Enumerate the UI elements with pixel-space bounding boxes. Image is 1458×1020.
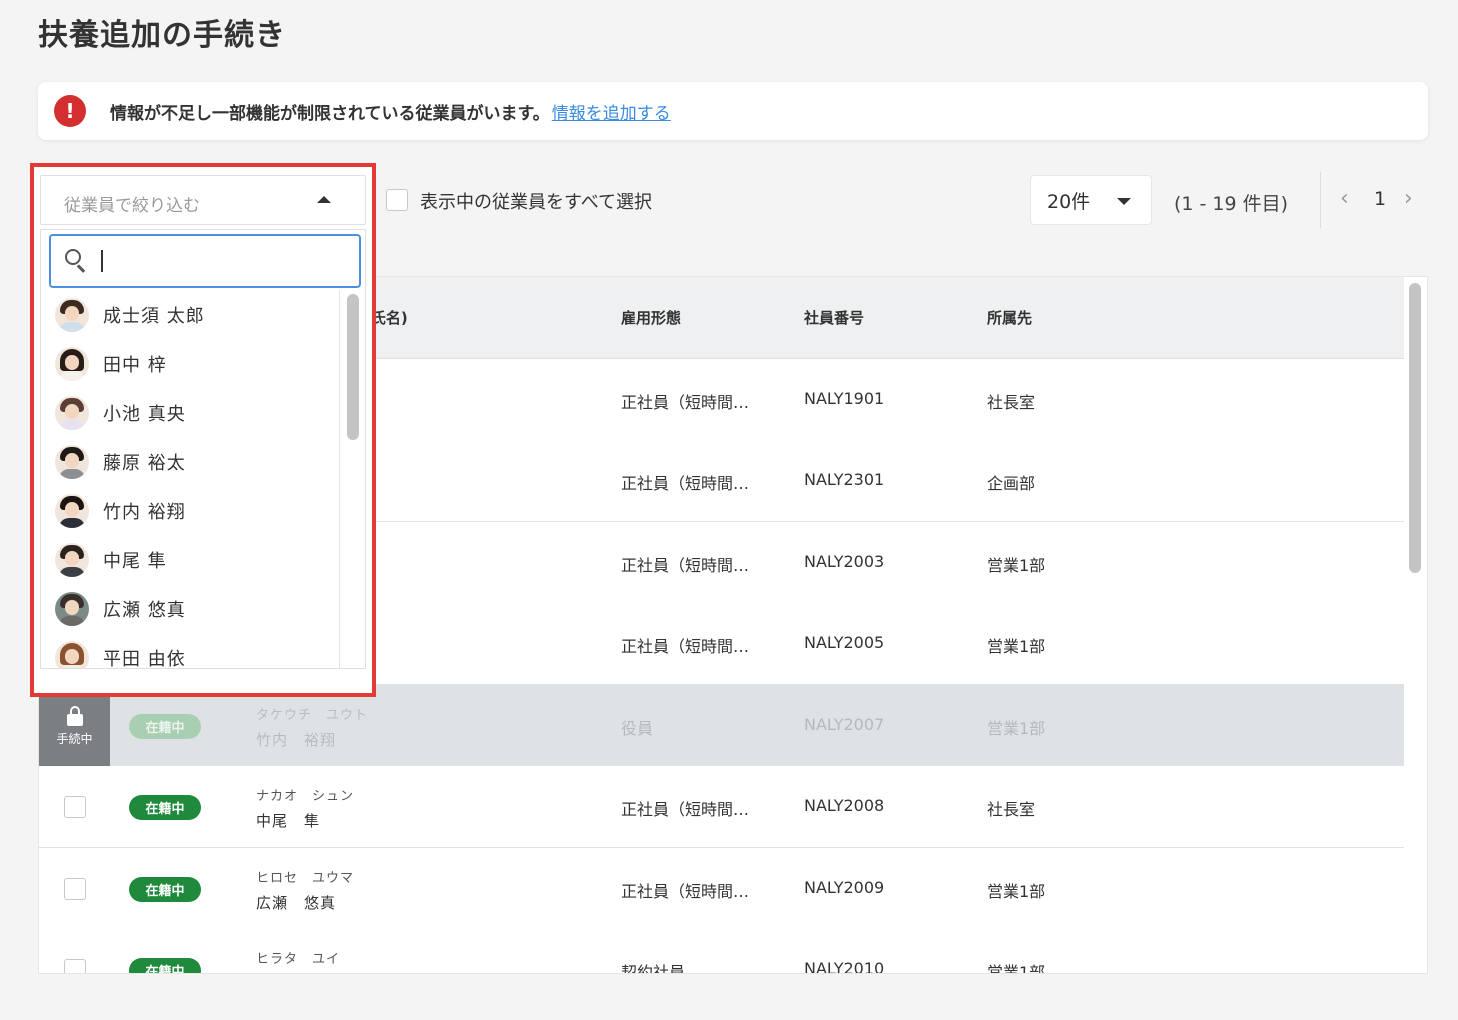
alert-message: 情報が不足し一部機能が制限されている従業員がいます。 — [110, 103, 550, 124]
department: 企画部 — [987, 474, 1036, 493]
in-process-label: 手続中 — [56, 731, 93, 746]
col-number: 社員番号 — [804, 309, 865, 327]
employment-type: 役員 — [621, 719, 654, 738]
employee-number: NALY2301 — [804, 470, 885, 489]
status-badge: 在籍中 — [129, 795, 201, 820]
dropdown-scrollbar[interactable] — [339, 290, 365, 668]
add-info-link[interactable]: 情報を追加する — [552, 99, 671, 124]
avatar-man-5 — [55, 591, 89, 626]
department: 営業1部 — [987, 963, 1046, 974]
employee-option[interactable]: 広瀬 悠真 — [41, 584, 337, 633]
page-title: 扶養追加の手続き — [38, 18, 286, 53]
employment-type: 正社員（短時間… — [621, 882, 750, 901]
name-kanji: 竹内 裕翔 — [256, 731, 337, 749]
employee-option[interactable]: 中尾 隼 — [41, 535, 337, 584]
employee-option[interactable]: 平田 由依 — [41, 633, 337, 669]
page-number[interactable]: 1 — [1374, 188, 1386, 210]
filter-dropdown-panel: 成士須 太郎 田中 梓 小池 真央 藤原 裕太 竹内 裕翔 中尾 隼 広瀬 悠真… — [40, 229, 366, 669]
department: 営業1部 — [987, 882, 1046, 901]
row-checkbox[interactable] — [64, 796, 86, 818]
option-label: 平田 由依 — [103, 648, 186, 669]
name-kana: ヒロセ ユウマ — [256, 871, 355, 886]
chevron-right-icon[interactable]: › — [1404, 186, 1413, 211]
status-badge: 在籍中 — [129, 958, 201, 973]
caret-down-icon — [1117, 198, 1131, 205]
employment-type: 正社員（短時間… — [621, 474, 750, 493]
filter-search-input[interactable] — [49, 234, 361, 288]
employment-type: 正社員（短時間… — [621, 800, 750, 819]
option-label: 藤原 裕太 — [103, 452, 186, 474]
chevron-left-icon[interactable]: ‹ — [1340, 186, 1349, 211]
table-scrollbar[interactable] — [1409, 283, 1421, 573]
employment-type: 正社員（短時間… — [621, 556, 750, 575]
employee-number: NALY2008 — [804, 796, 885, 815]
employee-filter-highlight: 従業員で絞り込む 成士須 太郎 田中 梓 小池 真央 藤原 裕太 竹内 裕翔 中… — [30, 163, 376, 697]
employee-number: NALY2009 — [804, 878, 885, 897]
name-kana: ヒラタ ユイ — [256, 952, 341, 967]
col-dept: 所属先 — [987, 309, 1033, 327]
select-all-checkbox[interactable] — [386, 189, 408, 211]
department: 営業1部 — [987, 719, 1046, 738]
result-range: (1 - 19 件目) — [1174, 193, 1289, 215]
row-checkbox[interactable] — [64, 878, 86, 900]
employee-option[interactable]: 藤原 裕太 — [41, 437, 337, 486]
option-label: 成士須 太郎 — [103, 305, 205, 327]
filter-placeholder: 従業員で絞り込む — [64, 196, 200, 216]
department: 営業1部 — [987, 637, 1046, 656]
employee-option[interactable]: 田中 梓 — [41, 339, 337, 388]
row-checkbox[interactable] — [64, 959, 86, 973]
employee-number: NALY2010 — [804, 959, 885, 974]
employment-type: 契約社員 — [621, 963, 686, 974]
option-label: 中尾 隼 — [103, 550, 167, 572]
table-row[interactable]: 在籍中 ヒロセ ユウマ 広瀬 悠真 正社員（短時間… NALY2009 営業1部 — [39, 848, 1404, 930]
divider — [1320, 172, 1321, 228]
table-row[interactable]: 在籍中 ヒラタ ユイ 契約社員 NALY2010 営業1部 — [39, 929, 1404, 974]
dropdown-scroll-thumb[interactable] — [347, 294, 359, 440]
employee-number: NALY1901 — [804, 389, 885, 408]
avatar-man-4 — [55, 542, 89, 577]
per-page-value: 20件 — [1047, 190, 1091, 213]
avatar-woman-3 — [55, 640, 89, 668]
avatar-woman-2 — [55, 395, 89, 430]
info-alert: ! 情報が不足し一部機能が制限されている従業員がいます。 情報を追加する — [38, 82, 1428, 140]
employment-type: 正社員（短時間… — [621, 393, 750, 412]
avatar-man-1 — [55, 297, 89, 332]
name-kana: ナカオ シュン — [256, 789, 355, 804]
col-employment: 雇用形態 — [621, 309, 682, 327]
option-label: 竹内 裕翔 — [103, 501, 186, 523]
table-row[interactable]: 在籍中 ナカオ シュン 中尾 隼 正社員（短時間… NALY2008 社長室 — [39, 766, 1404, 848]
employee-option[interactable]: 竹内 裕翔 — [41, 486, 337, 535]
per-page-select[interactable]: 20件 — [1030, 175, 1152, 225]
employee-option[interactable]: 小池 真央 — [41, 388, 337, 437]
lock-icon — [66, 705, 84, 726]
department: 営業1部 — [987, 556, 1046, 575]
option-label: 田中 梓 — [103, 354, 167, 376]
department: 社長室 — [987, 393, 1036, 412]
search-icon — [65, 249, 89, 273]
employee-number: NALY2003 — [804, 552, 885, 571]
caret-up-icon — [317, 196, 331, 203]
name-kanji: 中尾 隼 — [256, 812, 321, 830]
name-kanji: 広瀬 悠真 — [256, 894, 337, 912]
avatar-man-3 — [55, 493, 89, 528]
option-label: 広瀬 悠真 — [103, 599, 186, 621]
employee-option[interactable]: 成士須 太郎 — [41, 290, 337, 339]
name-kana: タケウチ ユウト — [256, 708, 369, 723]
select-all-label: 表示中の従業員をすべて選択 — [420, 192, 653, 213]
avatar-man-2 — [55, 444, 89, 479]
department: 社長室 — [987, 800, 1036, 819]
employee-number: NALY2005 — [804, 633, 885, 652]
employment-type: 正社員（短時間… — [621, 637, 750, 656]
in-process-marker: 手続中 — [39, 685, 110, 767]
employee-option-list: 成士須 太郎 田中 梓 小池 真央 藤原 裕太 竹内 裕翔 中尾 隼 広瀬 悠真… — [41, 290, 337, 669]
status-badge: 在籍中 — [129, 877, 201, 902]
employee-number: NALY2007 — [804, 715, 885, 734]
option-label: 小池 真央 — [103, 403, 186, 425]
exclamation-icon: ! — [54, 95, 86, 127]
table-row-locked[interactable]: 手続中 在籍中 タケウチ ユウト 竹内 裕翔 役員 NALY2007 営業1部 — [39, 685, 1404, 767]
status-badge: 在籍中 — [129, 714, 201, 739]
text-cursor — [101, 250, 103, 272]
employee-filter-select[interactable]: 従業員で絞り込む — [40, 175, 366, 225]
avatar-woman-1 — [55, 346, 89, 381]
